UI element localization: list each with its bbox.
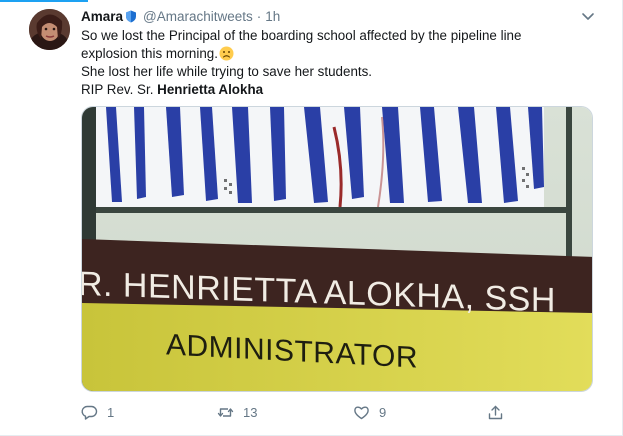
tweet-card[interactable]: Amara @Amarachitweets · 1h So we lost th… <box>0 0 623 436</box>
like-button[interactable]: 9 <box>353 401 386 423</box>
separator-dot: · <box>256 8 262 24</box>
reply-button[interactable]: 1 <box>81 401 114 423</box>
chevron-down-icon[interactable] <box>581 9 595 20</box>
timestamp[interactable]: 1h <box>265 9 280 24</box>
handle[interactable]: @Amarachitweets <box>143 9 253 24</box>
tweet-text-line-4: RIP Rev. Sr. Henrietta Alokha <box>81 81 601 99</box>
avatar-image <box>29 9 70 50</box>
display-name[interactable]: Amara <box>81 9 123 24</box>
reply-icon <box>81 405 98 420</box>
shield-icon <box>125 10 137 23</box>
retweet-icon <box>217 407 234 417</box>
retweet-button[interactable]: 13 <box>217 401 257 423</box>
tweet-text-line-2-text: explosion this morning. <box>81 46 218 61</box>
tweet-text-line-3: She lost her life while trying to save h… <box>81 64 373 79</box>
active-indicator <box>0 0 88 2</box>
like-count: 9 <box>379 404 387 420</box>
share-icon <box>488 405 503 419</box>
nameplate-photo: R. HENRIETTA ALOKHA, SSH ADMINISTRATOR <box>82 107 592 391</box>
tweet-text-line-2: explosion this morning. <box>81 45 601 63</box>
reply-count: 1 <box>107 404 115 420</box>
tweet-text-line-4-prefix: RIP Rev. Sr. <box>81 82 158 97</box>
tweet-text: So we lost the Principal of the boarding… <box>81 27 601 99</box>
like-icon <box>354 405 369 419</box>
tweet-text-line-1: So we lost the Principal of the boarding… <box>81 28 522 43</box>
tweet-photo[interactable]: R. HENRIETTA ALOKHA, SSH ADMINISTRATOR <box>81 106 593 392</box>
share-button[interactable] <box>487 401 513 423</box>
retweet-count: 13 <box>243 404 258 420</box>
tweet-actions: 1 13 9 <box>81 401 521 423</box>
avatar[interactable] <box>29 9 70 50</box>
highlighted-name: Henrietta Alokha <box>157 82 264 97</box>
tweet-header: Amara @Amarachitweets · 1h <box>81 7 280 25</box>
frown-emoji-icon <box>219 46 234 61</box>
